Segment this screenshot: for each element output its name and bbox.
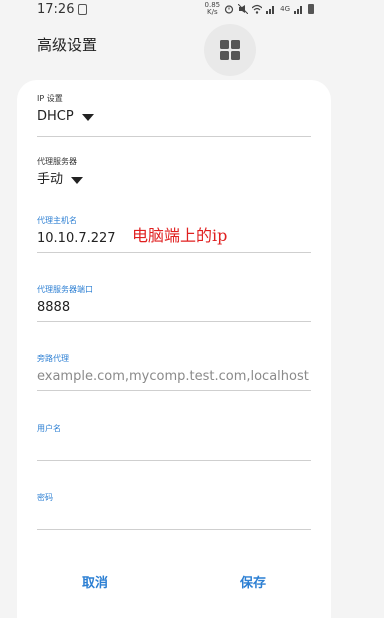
status-icons: 0.85 K/s 4G — [205, 2, 314, 16]
wifi-icon — [252, 4, 263, 14]
screen: 17:26 0.85 K/s 4G 高级设置 IP 设置 DHCP 代理服务器 … — [0, 0, 384, 618]
status-bar: 17:26 0.85 K/s 4G — [0, 0, 384, 20]
proxy-port-field[interactable]: 代理服务器端口 8888 — [37, 285, 311, 322]
bypass-proxy-input[interactable]: example.com,mycomp.test.com,localhost — [37, 368, 311, 386]
bypass-proxy-underline — [37, 390, 311, 391]
ip-settings-divider — [37, 136, 311, 137]
dropdown-arrow-icon — [81, 113, 94, 121]
proxy-dropdown[interactable]: 手动 — [37, 171, 311, 189]
annotation-note: 电脑端上的ip — [132, 226, 228, 245]
ip-settings-field[interactable]: IP 设置 DHCP — [37, 94, 311, 137]
advanced-settings-dialog: IP 设置 DHCP 代理服务器 手动 代理主机名 10.10.7.227 代理… — [17, 80, 331, 618]
username-underline — [37, 460, 311, 461]
mute-icon — [238, 4, 249, 14]
page-title: 高级设置 — [37, 36, 98, 54]
alarm-icon — [225, 5, 234, 14]
password-input[interactable] — [37, 507, 311, 525]
save-button[interactable]: 保存 — [240, 572, 266, 591]
proxy-field[interactable]: 代理服务器 手动 — [37, 157, 311, 189]
network-speed-unit: K/s — [207, 8, 218, 16]
signal-icon-2 — [294, 6, 302, 14]
proxy-port-underline — [37, 321, 311, 322]
dropdown-arrow-icon — [71, 176, 84, 184]
proxy-port-label: 代理服务器端口 — [37, 285, 93, 294]
ip-settings-value: DHCP — [37, 109, 74, 124]
proxy-port-input[interactable]: 8888 — [37, 299, 311, 317]
sim-notification-icon — [78, 4, 87, 15]
proxy-value: 手动 — [37, 172, 64, 187]
battery-icon — [308, 4, 314, 14]
bypass-proxy-label: 旁路代理 — [37, 354, 69, 363]
proxy-host-underline — [37, 252, 311, 253]
ip-settings-dropdown[interactable]: DHCP — [37, 108, 311, 126]
password-label: 密码 — [37, 493, 53, 502]
grid-menu-button[interactable] — [204, 24, 256, 76]
password-field[interactable]: 密码 — [37, 493, 311, 530]
signal-icon — [266, 6, 275, 14]
status-time: 17:26 — [37, 2, 75, 17]
password-underline — [37, 529, 311, 530]
username-field[interactable]: 用户名 — [37, 424, 311, 461]
proxy-label: 代理服务器 — [37, 157, 77, 166]
username-input[interactable] — [37, 438, 311, 456]
network-type-label: 4G — [280, 5, 290, 13]
network-speed: 0.85 K/s — [205, 2, 221, 16]
bypass-proxy-field[interactable]: 旁路代理 example.com,mycomp.test.com,localho… — [37, 354, 311, 391]
cancel-button[interactable]: 取消 — [82, 572, 108, 591]
dialog-actions: 取消 保存 — [17, 558, 331, 606]
ip-settings-label: IP 设置 — [37, 94, 63, 103]
username-label: 用户名 — [37, 424, 61, 433]
